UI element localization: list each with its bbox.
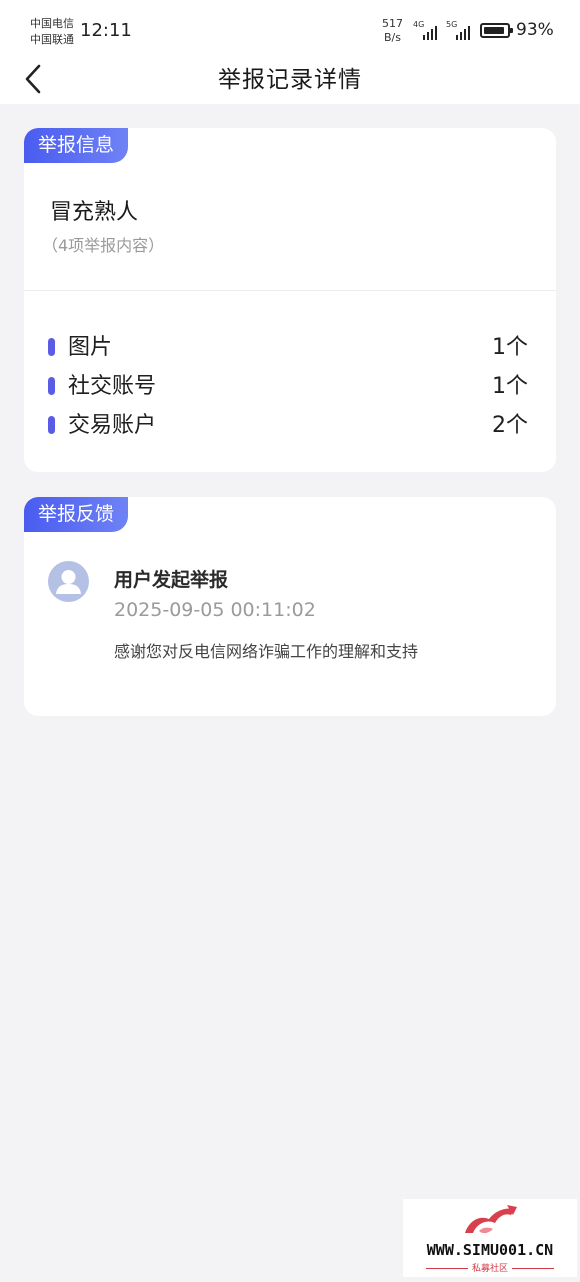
report-item-label: 社交账号 [68,374,157,399]
report-info-card: 举报信息 冒充熟人 （4项举报内容） 图片 1个 社交账号 1个 交易账户 2个 [24,128,556,472]
divider [24,290,556,291]
feedback-title: 用户发起举报 [114,569,229,591]
carrier-1: 中国电信 [30,17,74,30]
watermark-site: WWW.SIMU001.CN [426,1241,554,1259]
page-title: 举报记录详情 [218,67,362,93]
report-item-count: 1个 [492,374,528,399]
report-feedback-tag: 举报反馈 [24,497,129,532]
report-item-count: 2个 [492,413,528,438]
battery-percent: 93% [516,20,554,40]
network-speed-value: 517 [382,17,403,30]
watermark-name: 私募社区 [403,1261,577,1274]
report-category: 冒充熟人 [50,200,139,225]
status-time: 12:11 [80,20,132,41]
nav-bar: 举报记录详情 [0,56,580,104]
watermark: WWW.SIMU001.CN 私募社区 [403,1199,577,1277]
bullet-icon [48,338,55,356]
bullet-icon [48,416,55,434]
battery-icon [480,23,513,38]
signal-5g-icon: 5G [446,20,474,40]
report-item-count-note: （4项举报内容） [42,236,165,255]
report-item-count: 1个 [492,335,528,360]
report-item-label: 交易账户 [68,413,157,438]
feedback-timestamp: 2025-09-05 00:11:02 [114,599,316,621]
report-info-tag: 举报信息 [24,128,129,163]
report-item-row: 图片 1个 [48,332,528,364]
status-bar: 中国电信 中国联通 12:11 517 B/s 4G 5G 93% [0,0,580,56]
carrier-2: 中国联通 [30,33,74,46]
report-item-row: 社交账号 1个 [48,371,528,403]
watermark-logo-icon [465,1205,517,1234]
user-avatar-icon [48,561,89,602]
battery-fill [484,27,504,34]
report-item-label: 图片 [68,335,113,360]
bullet-icon [48,377,55,395]
report-feedback-card: 举报反馈 用户发起举报 2025-09-05 00:11:02 感谢您对反电信网… [24,497,556,716]
carrier-names: 中国电信 中国联通 [30,16,74,48]
network-speed-unit: B/s [384,31,401,44]
signal-4g-icon: 4G [413,20,441,40]
network-speed: 517 B/s [382,17,403,45]
feedback-message: 感谢您对反电信网络诈骗工作的理解和支持 [114,642,419,661]
report-item-row: 交易账户 2个 [48,410,528,442]
